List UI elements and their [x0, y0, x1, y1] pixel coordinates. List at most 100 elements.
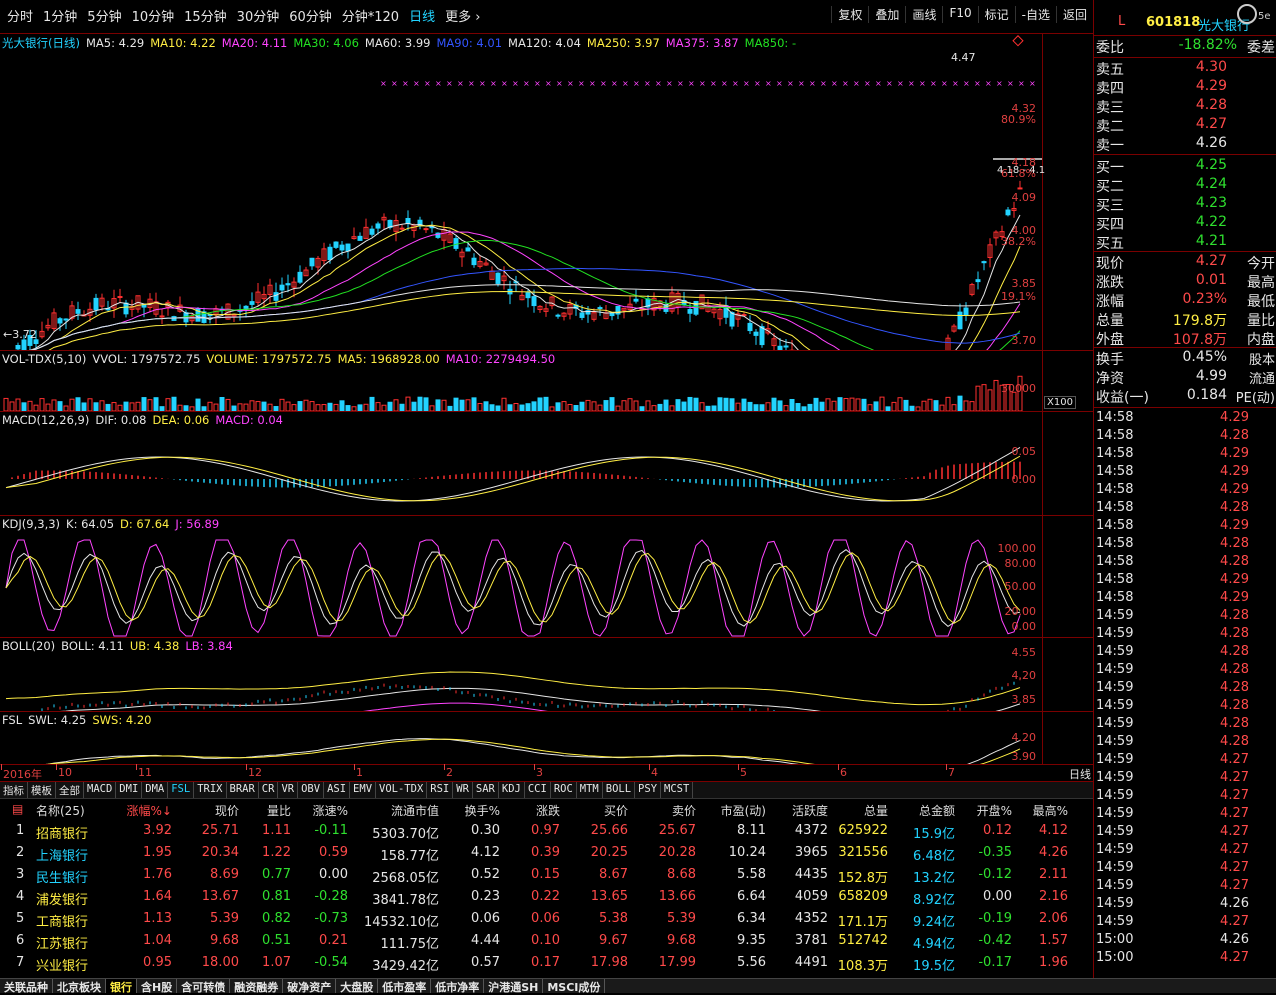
- column-header[interactable]: 名称(25): [36, 802, 85, 819]
- column-header[interactable]: 涨速%: [313, 802, 348, 819]
- tab-period-7[interactable]: 分钟*120: [337, 6, 404, 25]
- tab-period-4[interactable]: 15分钟: [179, 6, 232, 25]
- column-header[interactable]: 流通市值: [391, 802, 439, 819]
- indicator-tab-roc[interactable]: ROC: [551, 782, 577, 798]
- column-header[interactable]: 买价: [604, 802, 628, 819]
- column-header[interactable]: 总金额: [919, 802, 955, 819]
- indicator-tab-模板[interactable]: 模板: [28, 782, 56, 798]
- sector-tab-0[interactable]: 关联品种: [0, 979, 53, 994]
- toolbar-button-0[interactable]: 复权: [831, 6, 868, 23]
- column-header[interactable]: 涨跌: [536, 802, 560, 819]
- indicator-tab-vr[interactable]: VR: [278, 782, 299, 798]
- indicator-tab-psy[interactable]: PSY: [635, 782, 662, 798]
- indicator-tab-boll[interactable]: BOLL: [603, 782, 636, 798]
- indicator-tab-vol-tdx[interactable]: VOL-TDX: [376, 782, 428, 798]
- indicator-tab-dma[interactable]: DMA: [142, 782, 169, 798]
- tab-period-5[interactable]: 30分钟: [232, 6, 285, 25]
- ask-price: 4.28: [1195, 97, 1227, 113]
- column-header[interactable]: 市盈(动): [721, 802, 766, 819]
- kdj-pane[interactable]: KDJ(9,3,3) K: 64.05 D: 67.64 J: 56.89 100.0…: [0, 516, 1093, 638]
- column-header[interactable]: 现价: [215, 802, 239, 819]
- sector-tab-1[interactable]: 北京板块: [53, 979, 106, 994]
- column-header[interactable]: 换手%: [465, 802, 500, 819]
- indicator-tab-指标[interactable]: 指标: [0, 782, 28, 798]
- column-header[interactable]: 总量: [864, 802, 888, 819]
- indicator-tab-emv[interactable]: EMV: [350, 782, 377, 798]
- volume-bar: [243, 403, 249, 411]
- indicator-tab-全部[interactable]: 全部: [56, 782, 84, 798]
- sector-tab-8[interactable]: 低市盈率: [378, 979, 432, 994]
- kline-chart[interactable]: × × × × × × × × × × × × × × × × × × × × × × × × × × × × × × × × × × × × × × × ×…: [0, 34, 1093, 351]
- tab-period-9[interactable]: 更多 ›: [440, 6, 485, 25]
- sector-tab-7[interactable]: 大盘股: [336, 979, 379, 994]
- volume-bar: [615, 405, 621, 411]
- indicator-tab-rsi[interactable]: RSI: [427, 782, 454, 798]
- indicator-tab-asi[interactable]: ASI: [324, 782, 351, 798]
- tick-time: 14:59: [1096, 878, 1134, 893]
- fsl-chart[interactable]: [0, 712, 1093, 765]
- boll-pane[interactable]: BOLL(20) BOLL: 4.11 UB: 4.38 LB: 3.84 4.55 …: [0, 638, 1093, 712]
- indicator-tab-cr[interactable]: CR: [259, 782, 279, 798]
- sector-tab-4[interactable]: 含可转债: [177, 979, 231, 994]
- sector-tab-9[interactable]: 低市净率: [431, 979, 485, 994]
- indicator-tab-cci[interactable]: CCI: [525, 782, 551, 798]
- table-menu-icon[interactable]: ▤: [12, 802, 23, 816]
- fund-value: 0.45%: [1182, 349, 1227, 365]
- indicator-tab-mcst[interactable]: MCST: [661, 782, 694, 798]
- tab-period-2[interactable]: 5分钟: [82, 6, 126, 25]
- column-header[interactable]: 最高%: [1033, 802, 1068, 819]
- toolbar-button-3[interactable]: F10: [942, 6, 977, 23]
- column-header[interactable]: 活跃度: [792, 802, 828, 819]
- indicator-tab-fsl[interactable]: FSL: [168, 782, 195, 798]
- fsl-pane[interactable]: FSL SWL: 4.25 SWS: 4.20 4.20 3.90: [0, 712, 1093, 765]
- kline-pane[interactable]: 光大银行(日线) MA5: 4.29 MA10: 4.22 MA20: 4.11 MA3…: [0, 34, 1093, 351]
- indicator-tab-dmi[interactable]: DMI: [116, 782, 143, 798]
- sector-tab-2[interactable]: 银行: [106, 979, 137, 994]
- macd-chart[interactable]: [0, 412, 1093, 516]
- volume-bar: [69, 398, 75, 411]
- tab-period-8[interactable]: 日线: [404, 6, 440, 25]
- toolbar-button-6[interactable]: 返回: [1055, 6, 1093, 23]
- sector-tab-3[interactable]: 含H股: [137, 979, 178, 994]
- toolbar-button-1[interactable]: 叠加: [868, 6, 905, 23]
- column-header[interactable]: 量比: [267, 802, 291, 819]
- table-row[interactable]: 6 江苏银行 1.04 9.68 0.51 0.21 111.75亿 4.44 0.10 9.67…: [0, 931, 1093, 953]
- tab-period-0[interactable]: 分时: [2, 6, 38, 25]
- tab-period-6[interactable]: 60分钟: [284, 6, 337, 25]
- table-row[interactable]: 2 上海银行 1.95 20.34 1.22 0.59 158.77亿 4.12 0.39 20.…: [0, 843, 1093, 865]
- indicator-tab-brar[interactable]: BRAR: [227, 782, 259, 798]
- indicator-tab-kdj[interactable]: KDJ: [499, 782, 525, 798]
- table-row[interactable]: 3 民生银行 1.76 8.69 0.77 0.00 2568.05亿 0.52 0.15 8.6…: [0, 865, 1093, 887]
- indicator-tab-wr[interactable]: WR: [453, 782, 473, 798]
- indicator-tab-trix[interactable]: TRIX: [194, 782, 227, 798]
- tab-period-1[interactable]: 1分钟: [38, 6, 82, 25]
- toolbar-button-4[interactable]: 标记: [977, 6, 1015, 23]
- kdj-chart[interactable]: [0, 516, 1093, 638]
- sector-tab-6[interactable]: 破净资产: [283, 979, 337, 994]
- indicator-tab-macd[interactable]: MACD: [84, 782, 117, 798]
- volume-pane[interactable]: VOL-TDX(5,10) VVOL: 1797572.75 VOLUME: 179…: [0, 351, 1093, 412]
- low-price-label: ←3.72: [3, 328, 37, 341]
- macd-pane[interactable]: MACD(12,26,9) DIF: 0.08 DEA: 0.06 MACD: 0.0…: [0, 412, 1093, 516]
- volume-bar: [435, 399, 441, 411]
- date-axis: 日线 2016年 10 11 12 1 2 3 4 5 6 7: [0, 764, 1093, 782]
- indicator-tab-obv[interactable]: OBV: [298, 782, 325, 798]
- column-header[interactable]: 开盘%: [977, 802, 1012, 819]
- sector-tab-11[interactable]: MSCI成份: [543, 979, 606, 994]
- period-tabs: 分时 1分钟 5分钟 10分钟 15分钟 30分钟 60分钟 分钟*120 日线 更多 ›: [2, 6, 485, 25]
- table-row[interactable]: 7 兴业银行 0.95 18.00 1.07 -0.54 3429.42亿 0.57 0.17 1…: [0, 953, 1093, 975]
- toolbar-button-2[interactable]: 画线: [905, 6, 942, 23]
- indicator-tab-sar[interactable]: SAR: [473, 782, 499, 798]
- column-header[interactable]: 涨幅%↓: [127, 802, 172, 819]
- tab-period-3[interactable]: 10分钟: [127, 6, 180, 25]
- table-row[interactable]: 1 招商银行 3.92 25.71 1.11 -0.11 5303.70亿 0.30 0.97 2…: [0, 821, 1093, 843]
- table-row[interactable]: 4 浦发银行 1.64 13.67 0.81 -0.28 3841.78亿 0.23 0.22 1…: [0, 887, 1093, 909]
- sector-tab-5[interactable]: 融资融券: [230, 979, 284, 994]
- column-header[interactable]: 卖价: [672, 802, 696, 819]
- quote-panel: L 601818 光大银行 5e 委比 -18.82% 委差 卖五 4.30 卖四 4…: [1093, 0, 1276, 978]
- toolbar-button-5[interactable]: -自选: [1014, 6, 1056, 23]
- indicator-tab-mtm[interactable]: MTM: [577, 782, 603, 798]
- table-row[interactable]: 5 工商银行 1.13 5.39 0.82 -0.73 14532.10亿 0.06 0.06 5…: [0, 909, 1093, 931]
- cell-high: 1.57: [1039, 933, 1068, 948]
- sector-tab-10[interactable]: 沪港通SH: [484, 979, 544, 994]
